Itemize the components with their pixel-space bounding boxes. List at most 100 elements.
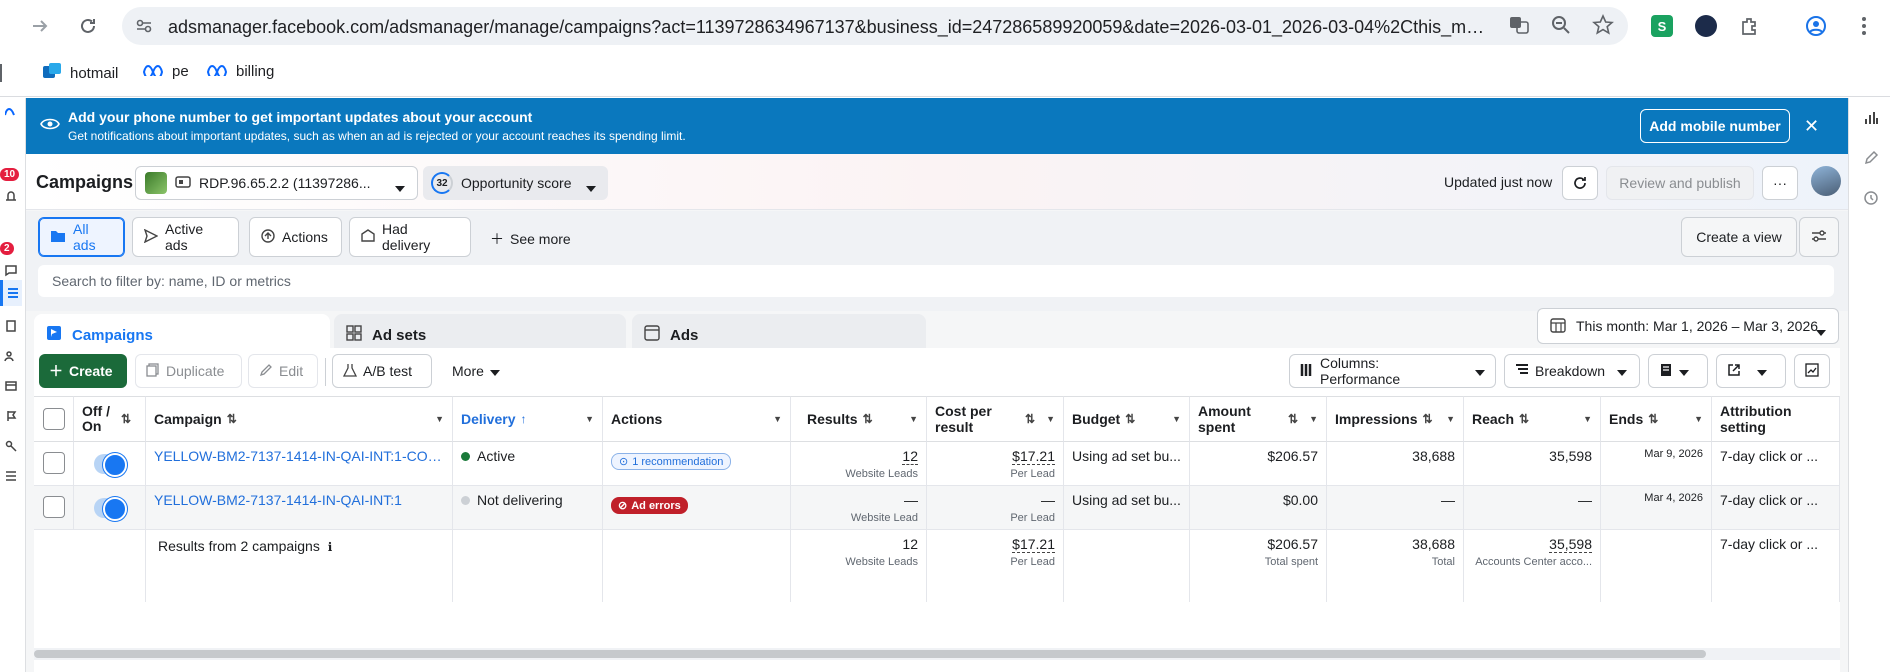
ab-test-button[interactable]: A/B test bbox=[332, 354, 432, 388]
browser-menu-icon[interactable] bbox=[1848, 10, 1880, 42]
forward-button[interactable] bbox=[24, 10, 56, 42]
notifications-icon[interactable] bbox=[0, 184, 22, 208]
column-actions[interactable]: Actions ▼ bbox=[603, 396, 791, 442]
edit-pencil-icon[interactable] bbox=[1863, 150, 1879, 169]
bookmark-billing[interactable]: billing bbox=[206, 62, 274, 80]
column-budget[interactable]: Budget ⇅ ▼ bbox=[1064, 396, 1190, 442]
extension-green-icon[interactable]: S bbox=[1646, 10, 1678, 42]
address-bar[interactable]: adsmanager.facebook.com/adsmanager/manag… bbox=[122, 7, 1628, 45]
sort-icon[interactable]: ⇅ bbox=[1648, 412, 1658, 426]
create-view-button[interactable]: Create a view bbox=[1681, 217, 1797, 257]
table-row[interactable]: YELLOW-BM2-7137-1414-IN-QAI-INT:1-COP...… bbox=[34, 442, 1840, 486]
table-row[interactable]: YELLOW-BM2-7137-1414-IN-QAI-INT:1 Not de… bbox=[34, 486, 1840, 530]
date-range-picker[interactable]: This month: Mar 1, 2026 – Mar 3, 2026 bbox=[1537, 308, 1839, 344]
sort-icon[interactable]: ⇅ bbox=[1025, 412, 1035, 426]
charts-icon[interactable] bbox=[1863, 110, 1879, 129]
column-menu-icon[interactable]: ▼ bbox=[585, 414, 594, 424]
reports-icon[interactable] bbox=[0, 314, 22, 338]
sort-icon[interactable]: ⇅ bbox=[121, 412, 131, 426]
extension-meta-icon[interactable] bbox=[1690, 10, 1722, 42]
see-more-button[interactable]: ＋ See more bbox=[490, 229, 571, 249]
user-avatar[interactable] bbox=[1811, 166, 1841, 196]
opportunity-score-selector[interactable]: 32 Opportunity score bbox=[423, 166, 608, 200]
sort-icon[interactable]: ⇅ bbox=[227, 412, 237, 426]
filter-all-ads[interactable]: All ads bbox=[38, 217, 125, 257]
campaign-toggle[interactable] bbox=[94, 497, 128, 521]
add-mobile-number-button[interactable]: Add mobile number bbox=[1640, 109, 1790, 143]
zoom-icon[interactable] bbox=[1550, 14, 1572, 39]
breakdown-dropdown[interactable]: Breakdown bbox=[1504, 354, 1640, 388]
reports-dropdown[interactable] bbox=[1648, 354, 1708, 388]
sort-ascending-icon[interactable]: ↑ bbox=[520, 412, 526, 426]
horizontal-scrollbar[interactable] bbox=[34, 648, 1840, 660]
column-menu-icon[interactable]: ▼ bbox=[909, 414, 918, 424]
ad-errors-badge[interactable]: ⊘ Ad errors bbox=[611, 497, 688, 514]
column-results[interactable]: Results ⇅ ▼ bbox=[791, 396, 927, 442]
column-menu-icon[interactable]: ▼ bbox=[435, 414, 444, 424]
sort-icon[interactable]: ⇅ bbox=[1288, 412, 1298, 426]
messages-icon[interactable] bbox=[0, 258, 22, 282]
more-dropdown[interactable]: More bbox=[442, 354, 512, 388]
bookmark-star-icon[interactable] bbox=[1592, 14, 1614, 39]
column-menu-icon[interactable]: ▼ bbox=[1046, 414, 1055, 424]
column-ends[interactable]: Ends ⇅ ▼ bbox=[1601, 396, 1712, 442]
sort-icon[interactable]: ⇅ bbox=[1125, 412, 1135, 426]
meta-logo-icon[interactable] bbox=[0, 100, 22, 124]
column-amount-spent[interactable]: Amount spent ⇅ ▼ bbox=[1190, 396, 1327, 442]
column-menu-icon[interactable]: ▼ bbox=[1694, 414, 1703, 424]
edit-button[interactable]: Edit bbox=[248, 354, 318, 388]
filter-had-delivery[interactable]: Had delivery bbox=[349, 217, 471, 257]
duplicate-button[interactable]: Duplicate bbox=[135, 354, 242, 388]
tools-icon[interactable] bbox=[0, 434, 22, 458]
translate-icon[interactable] bbox=[1508, 14, 1530, 39]
review-and-publish-button[interactable]: Review and publish bbox=[1606, 166, 1754, 200]
reload-button[interactable] bbox=[72, 10, 104, 42]
sort-icon[interactable]: ⇅ bbox=[1422, 412, 1432, 426]
row-checkbox[interactable] bbox=[42, 496, 65, 518]
sort-icon[interactable]: ⇅ bbox=[1519, 412, 1529, 426]
column-menu-icon[interactable]: ▼ bbox=[1172, 414, 1181, 424]
site-info-icon[interactable] bbox=[134, 16, 154, 39]
info-icon[interactable]: ℹ bbox=[328, 540, 333, 554]
bookmark-pe[interactable]: pe bbox=[142, 62, 189, 80]
column-reach[interactable]: Reach ⇅ ▼ bbox=[1464, 396, 1601, 442]
export-dropdown[interactable] bbox=[1716, 354, 1786, 388]
column-menu-icon[interactable]: ▼ bbox=[1309, 414, 1318, 424]
create-button[interactable]: ＋ Create bbox=[39, 354, 127, 388]
filter-active-ads[interactable]: Active ads bbox=[132, 217, 239, 257]
select-all-checkbox[interactable] bbox=[42, 408, 65, 430]
more-options-button[interactable]: ··· bbox=[1762, 166, 1798, 200]
bookmark-hotmail[interactable]: hotmail bbox=[42, 62, 118, 84]
audiences-icon[interactable] bbox=[0, 344, 22, 368]
view-settings-button[interactable] bbox=[1799, 217, 1839, 257]
close-banner-icon[interactable]: ✕ bbox=[1804, 116, 1819, 137]
column-delivery[interactable]: Delivery ↑ ▼ bbox=[453, 396, 603, 442]
campaign-toggle[interactable] bbox=[94, 453, 128, 477]
columns-dropdown[interactable]: Columns: Performance bbox=[1289, 354, 1496, 388]
history-clock-icon[interactable] bbox=[1863, 190, 1879, 209]
campaign-name-link[interactable]: YELLOW-BM2-7137-1414-IN-QAI-INT:1-COP... bbox=[154, 448, 444, 464]
profile-icon[interactable] bbox=[1800, 10, 1832, 42]
sort-icon[interactable]: ⇅ bbox=[863, 412, 873, 426]
search-filter-input[interactable]: Search to filter by: name, ID or metrics bbox=[38, 265, 1834, 297]
campaign-name-link[interactable]: YELLOW-BM2-7137-1414-IN-QAI-INT:1 bbox=[154, 492, 444, 508]
column-menu-icon[interactable]: ▼ bbox=[1583, 414, 1592, 424]
column-menu-icon[interactable]: ▼ bbox=[1446, 414, 1455, 424]
events-icon[interactable] bbox=[0, 404, 22, 428]
scrollbar-thumb[interactable] bbox=[34, 650, 1706, 658]
column-cost-per-result[interactable]: Cost per result ⇅ ▼ bbox=[927, 396, 1064, 442]
row-checkbox[interactable] bbox=[42, 452, 65, 474]
column-impressions[interactable]: Impressions ⇅ ▼ bbox=[1327, 396, 1464, 442]
url-text[interactable]: adsmanager.facebook.com/adsmanager/manag… bbox=[168, 17, 1493, 38]
campaigns-nav-icon[interactable] bbox=[0, 280, 22, 306]
refresh-button[interactable] bbox=[1562, 166, 1598, 200]
billing-icon[interactable] bbox=[0, 374, 22, 398]
account-selector[interactable]: RDP.96.65.2.2 (11397286... bbox=[135, 166, 418, 200]
all-tools-menu-icon[interactable] bbox=[0, 464, 22, 488]
extensions-puzzle-icon[interactable] bbox=[1734, 10, 1766, 42]
charts-toggle-button[interactable] bbox=[1794, 354, 1830, 388]
column-campaign[interactable]: Campaign ⇅ ▼ bbox=[146, 396, 453, 442]
column-off-on[interactable]: Off / On ⇅ bbox=[74, 396, 146, 442]
column-menu-icon[interactable]: ▼ bbox=[773, 414, 782, 424]
column-attribution[interactable]: Attribution setting bbox=[1712, 396, 1840, 442]
